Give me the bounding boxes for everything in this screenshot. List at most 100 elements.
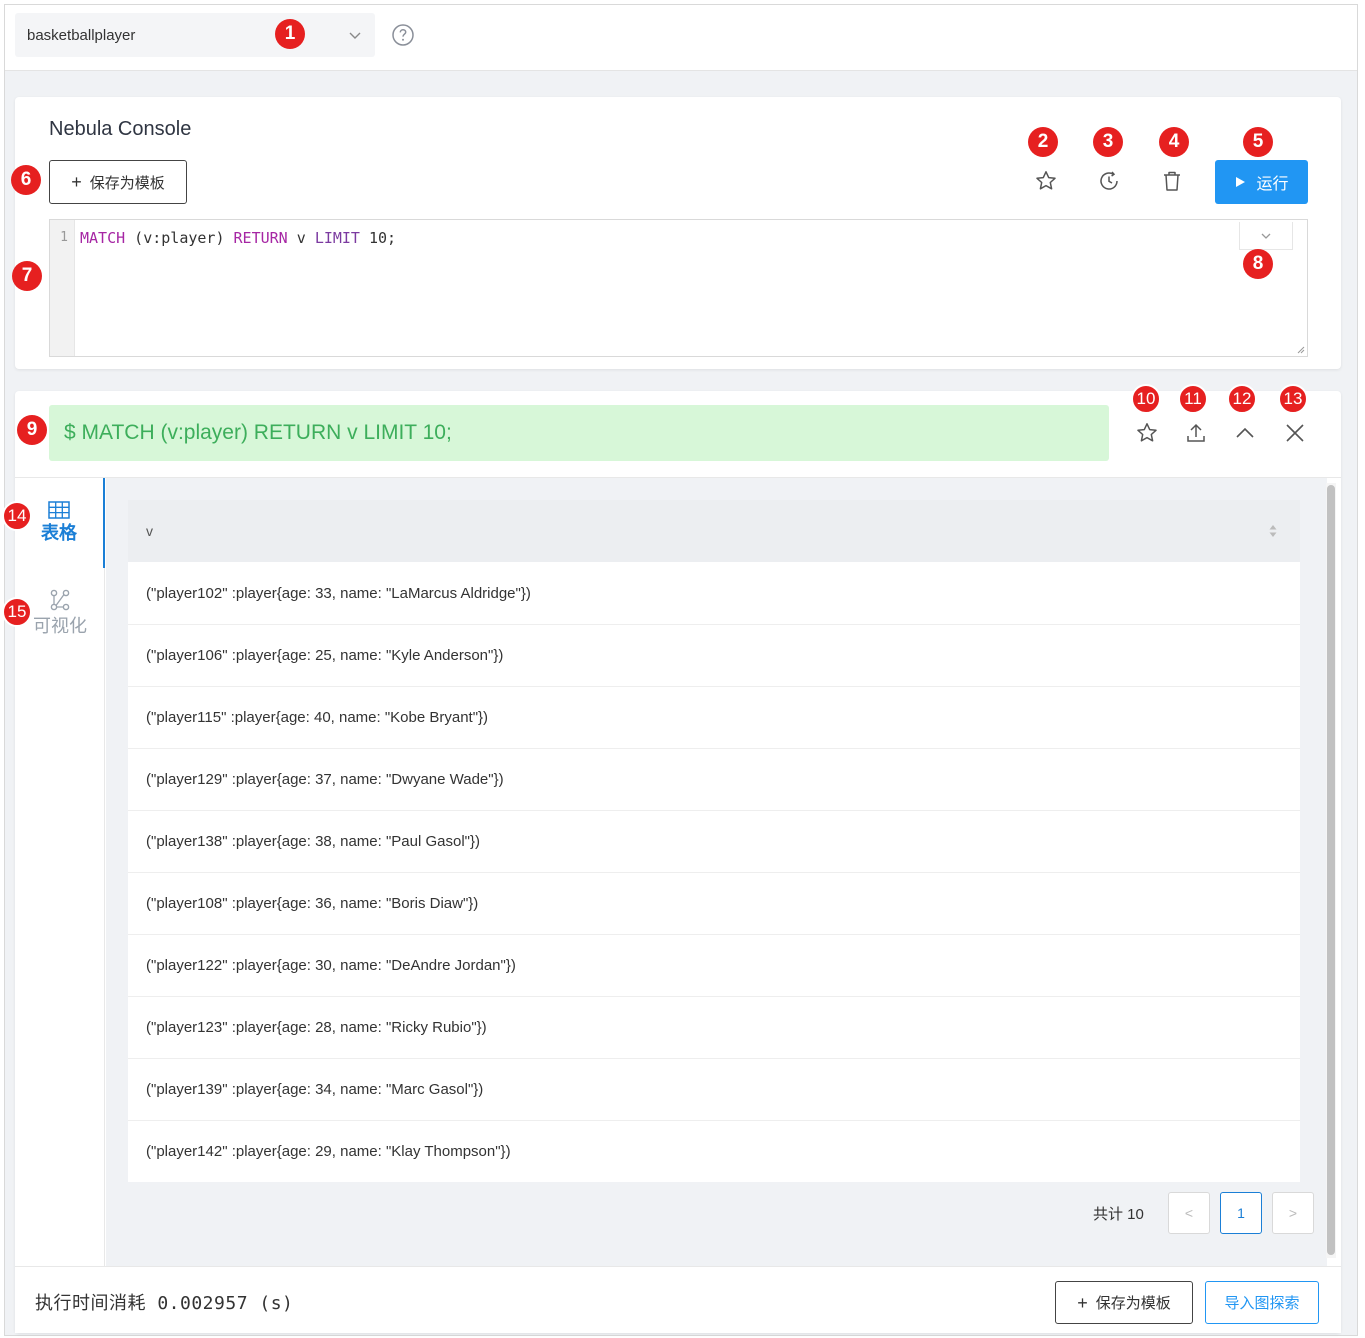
code-token: 10; — [359, 229, 397, 247]
table-cell: ("player106" :player{age: 25, name: "Kyl… — [146, 647, 504, 664]
footer-save-template-button[interactable]: + 保存为模板 — [1055, 1281, 1193, 1324]
result-table: v ("player102" :player{age: 33, name: "L… — [128, 500, 1300, 1182]
table-view: v ("player102" :player{age: 33, name: "L… — [106, 478, 1327, 1266]
table-row[interactable]: ("player139" :player{age: 34, name: "Mar… — [128, 1058, 1300, 1120]
editor-expand-button[interactable] — [1239, 222, 1293, 250]
close-icon — [1286, 424, 1304, 442]
chevron-down-icon — [349, 32, 361, 39]
table-row[interactable]: ("player108" :player{age: 36, name: "Bor… — [128, 872, 1300, 934]
save-template-label: 保存为模板 — [89, 174, 165, 192]
total-count: 共计 10 — [1093, 1206, 1144, 1223]
footer-save-template-label: 保存为模板 — [1095, 1295, 1171, 1312]
app-frame: basketballplayer Nebula Console + 保存为模板 … — [4, 4, 1358, 1336]
export-button[interactable] — [1180, 417, 1212, 449]
resize-handle-icon[interactable] — [1295, 344, 1305, 354]
result-favorite-button[interactable] — [1131, 417, 1163, 449]
table-cell: ("player122" :player{age: 30, name: "DeA… — [146, 957, 516, 974]
tab-visualization-label: 可视化 — [33, 616, 87, 636]
pagination: 共计 10 < 1 > — [106, 1190, 1327, 1234]
run-button[interactable]: 运行 — [1215, 160, 1308, 204]
plus-icon: + — [71, 172, 82, 192]
table-cell: ("player139" :player{age: 34, name: "Mar… — [146, 1081, 484, 1098]
exec-time: 执行时间消耗 0.002957 (s) — [35, 1293, 294, 1314]
column-header-v: v — [146, 523, 153, 539]
table-cell: ("player115" :player{age: 40, name: "Kob… — [146, 709, 489, 726]
table-row[interactable]: ("player142" :player{age: 29, name: "Kla… — [128, 1120, 1300, 1182]
prev-page-button[interactable]: < — [1168, 1192, 1210, 1234]
table-row[interactable]: ("player129" :player{age: 37, name: "Dwy… — [128, 748, 1300, 810]
import-explore-button[interactable]: 导入图探索 — [1205, 1281, 1319, 1324]
table-cell: ("player129" :player{age: 37, name: "Dwy… — [146, 771, 504, 788]
close-result-button[interactable] — [1279, 417, 1311, 449]
query-banner: $ MATCH (v:player) RETURN v LIMIT 10; — [49, 405, 1109, 461]
code-line[interactable]: MATCH (v:player) RETURN v LIMIT 10; — [80, 229, 396, 247]
scrollbar-thumb[interactable] — [1327, 485, 1335, 1255]
annotation-badge: 12 — [1227, 384, 1257, 414]
table-cell: ("player108" :player{age: 36, name: "Bor… — [146, 895, 479, 912]
annotation-badge: 11 — [1178, 384, 1208, 414]
upload-icon — [1187, 423, 1205, 442]
annotation-badge: 2 — [1028, 127, 1058, 157]
annotation-badge: 5 — [1243, 127, 1273, 157]
table-row[interactable]: ("player138" :player{age: 38, name: "Pau… — [128, 810, 1300, 872]
console-panel: Nebula Console + 保存为模板 运行 1 MATCH (v:pla… — [15, 97, 1341, 369]
run-label: 运行 — [1256, 176, 1289, 193]
question-circle-icon[interactable] — [391, 23, 415, 47]
annotation-badge: 15 — [2, 597, 32, 627]
table-row[interactable]: ("player123" :player{age: 28, name: "Ric… — [128, 996, 1300, 1058]
result-footer: 执行时间消耗 0.002957 (s) + 保存为模板 导入图探索 — [15, 1266, 1341, 1333]
sort-icon[interactable] — [1268, 523, 1278, 539]
annotation-badge: 13 — [1278, 384, 1308, 414]
annotation-badge: 8 — [1243, 249, 1273, 279]
code-token: v — [287, 229, 315, 247]
graph-icon — [50, 589, 70, 611]
table-cell: ("player102" :player{age: 33, name: "LaM… — [146, 584, 531, 602]
save-template-button[interactable]: + 保存为模板 — [49, 160, 187, 204]
next-page-button[interactable]: > — [1272, 1192, 1314, 1234]
favorite-button[interactable] — [1030, 165, 1062, 197]
table-row[interactable]: ("player106" :player{age: 25, name: "Kyl… — [128, 624, 1300, 686]
annotation-badge: 14 — [2, 501, 32, 531]
space-select-value: basketballplayer — [27, 26, 136, 44]
plus-icon: + — [1077, 1292, 1088, 1313]
scrollbar[interactable] — [1326, 483, 1336, 1258]
code-token: (v:player) — [125, 229, 234, 247]
annotation-badge: 9 — [17, 415, 47, 445]
page-1-button[interactable]: 1 — [1220, 1192, 1262, 1234]
table-row[interactable]: ("player122" :player{age: 30, name: "DeA… — [128, 934, 1300, 996]
table-cell: ("player142" :player{age: 29, name: "Kla… — [146, 1143, 511, 1160]
annotation-badge: 4 — [1159, 127, 1189, 157]
star-icon — [1036, 171, 1056, 190]
console-title: Nebula Console — [49, 118, 192, 140]
tab-table-label: 表格 — [41, 523, 77, 543]
top-bar: basketballplayer — [5, 5, 1357, 71]
clear-button[interactable] — [1156, 165, 1188, 197]
history-icon — [1100, 171, 1118, 190]
star-icon — [1137, 423, 1157, 442]
annotation-badge: 1 — [275, 19, 305, 49]
history-button[interactable] — [1093, 165, 1125, 197]
annotation-badge: 10 — [1131, 384, 1161, 414]
code-token: MATCH — [80, 229, 126, 247]
table-icon — [48, 501, 70, 519]
chevron-up-icon — [1236, 427, 1254, 438]
chevron-down-icon — [1261, 233, 1271, 239]
code-token: LIMIT — [314, 229, 360, 247]
collapse-button[interactable] — [1229, 417, 1261, 449]
table-cell: ("player123" :player{age: 28, name: "Ric… — [146, 1019, 487, 1036]
result-view-tabs: 表格 可视化 — [15, 478, 105, 1266]
annotation-badge: 6 — [11, 165, 41, 195]
space-select[interactable]: basketballplayer — [15, 13, 375, 57]
table-body: ("player102" :player{age: 33, name: "LaM… — [128, 562, 1300, 1182]
annotation-badge: 3 — [1093, 127, 1123, 157]
table-cell: ("player138" :player{age: 38, name: "Pau… — [146, 833, 480, 850]
table-row[interactable]: ("player102" :player{age: 33, name: "LaM… — [128, 562, 1300, 624]
annotation-badge: 7 — [12, 261, 42, 291]
table-header[interactable]: v — [128, 500, 1300, 562]
code-token: RETURN — [233, 229, 288, 247]
play-icon — [1236, 177, 1246, 187]
code-editor[interactable]: 1 MATCH (v:player) RETURN v LIMIT 10; — [49, 219, 1308, 357]
table-row[interactable]: ("player115" :player{age: 40, name: "Kob… — [128, 686, 1300, 748]
line-number: 1 — [50, 220, 75, 356]
trash-icon — [1164, 171, 1180, 191]
